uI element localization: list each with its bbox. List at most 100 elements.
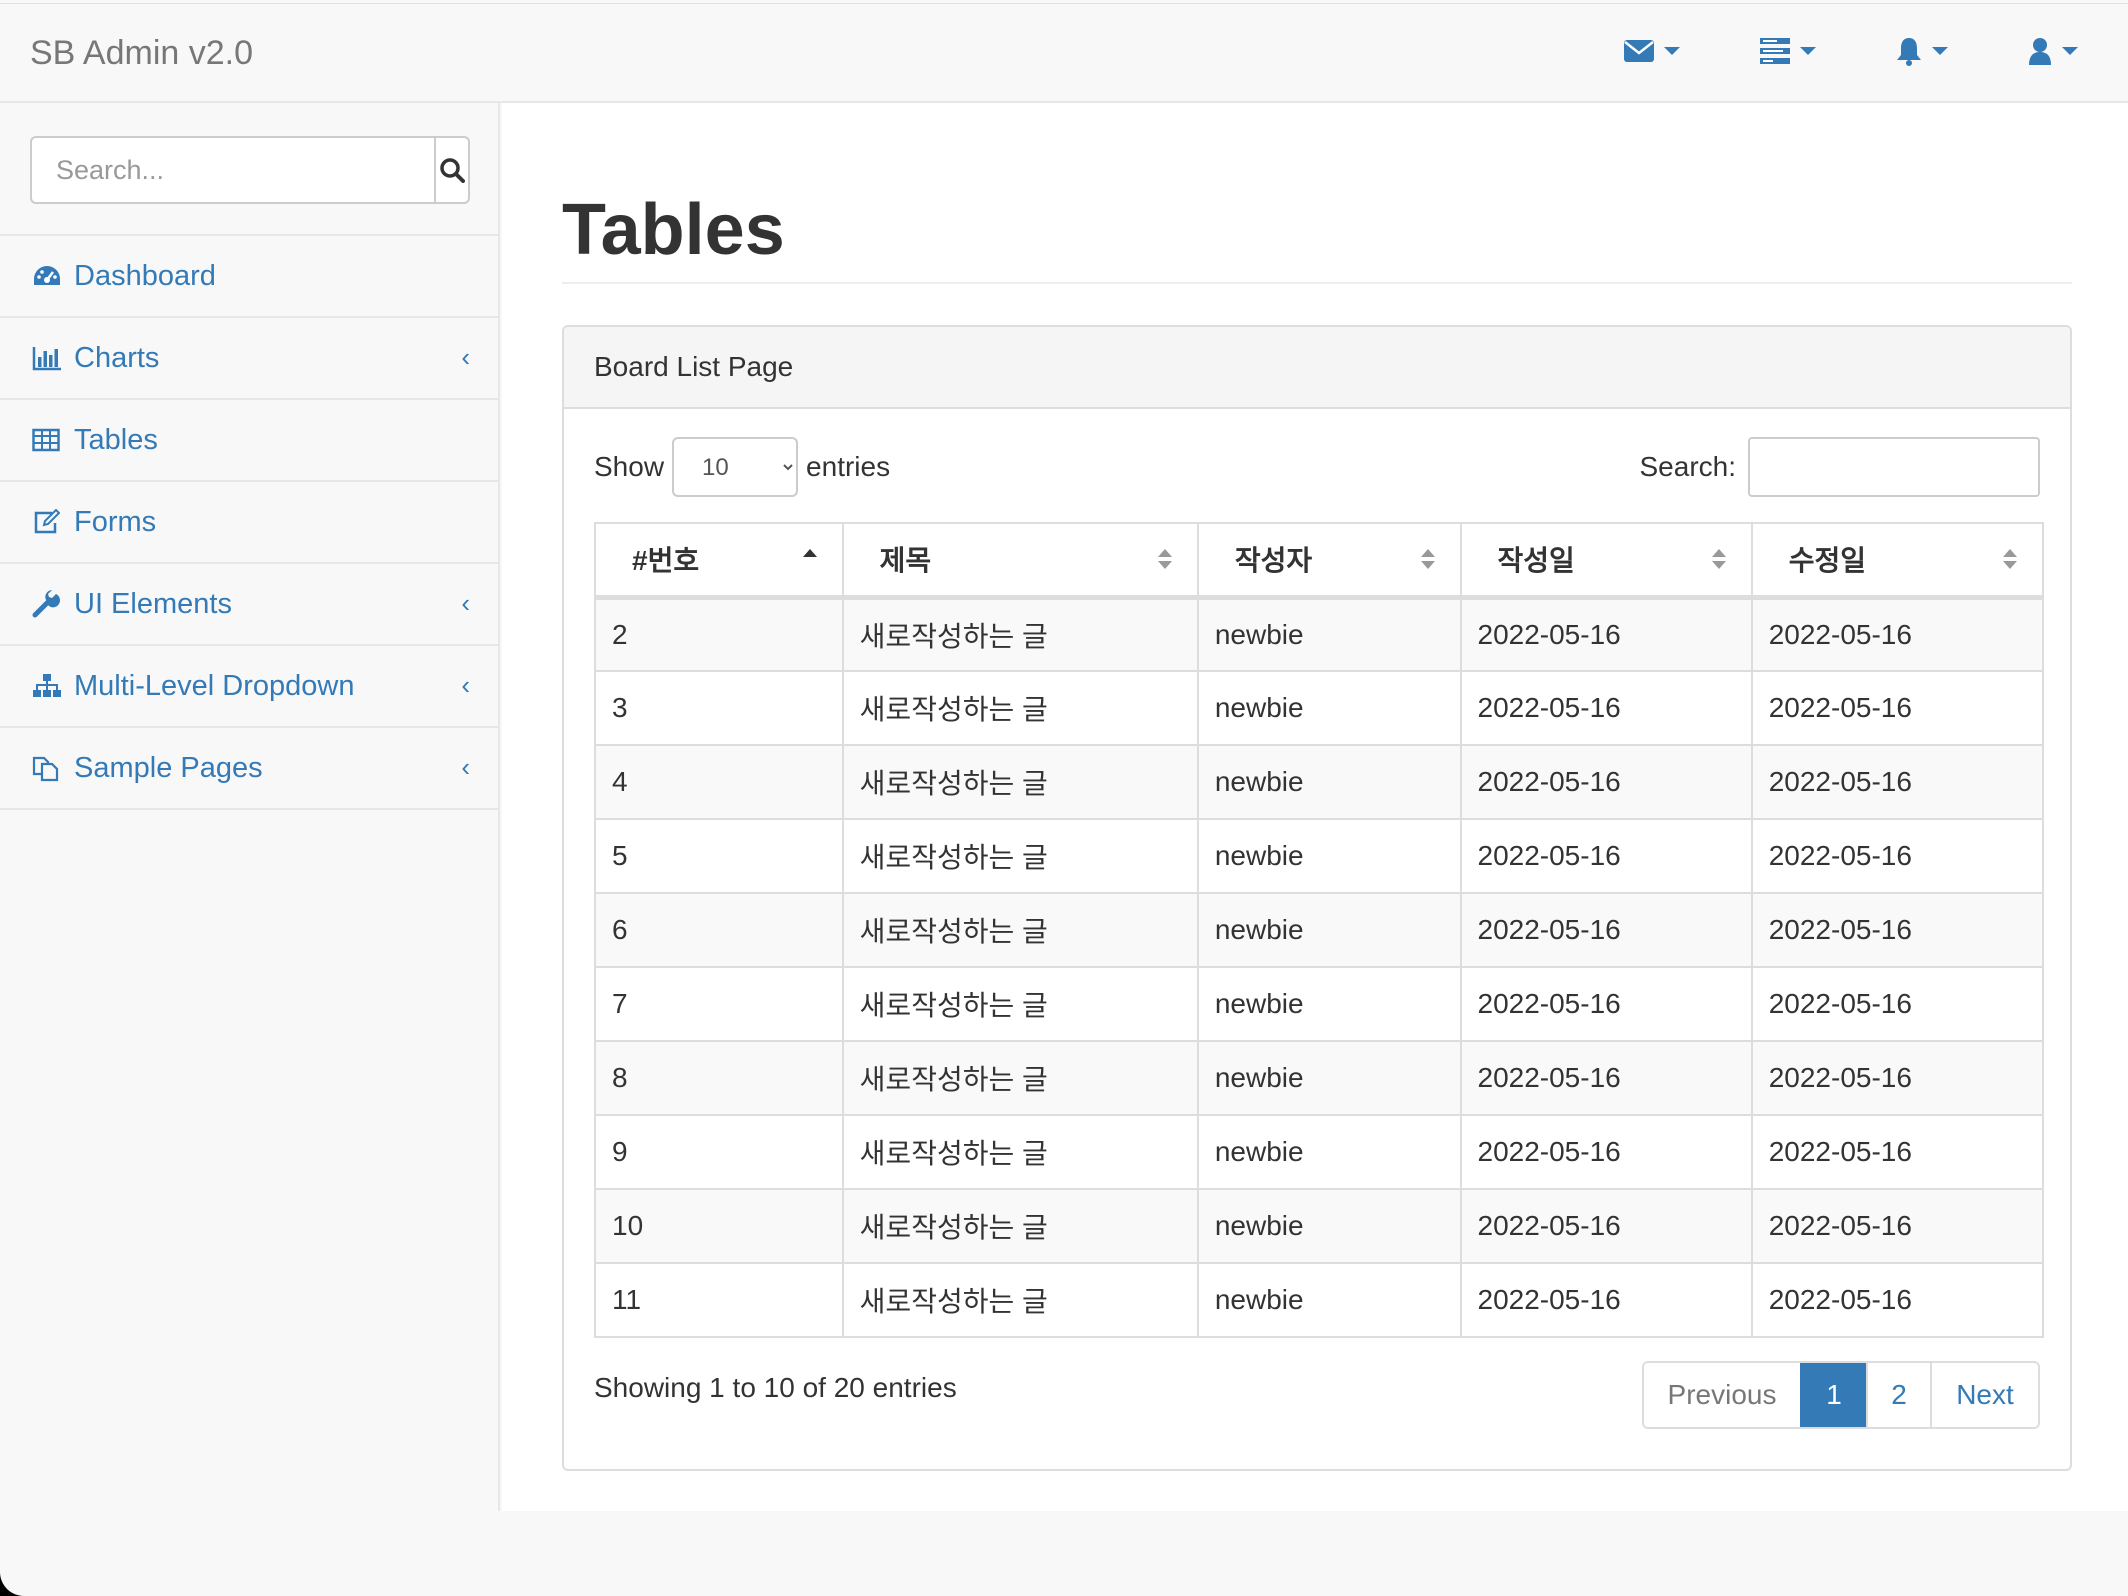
cell-title[interactable]: 새로작성하는 글: [841, 892, 1199, 968]
cell-author: newbie: [1196, 744, 1462, 820]
cell-number: 7: [594, 966, 844, 1042]
entries-label: entries: [806, 451, 891, 482]
tasks-dropdown[interactable]: [1760, 36, 1816, 66]
brand-title[interactable]: SB Admin v2.0: [30, 34, 253, 73]
app-window: SB Admin v2.0 Search... Dashboard Charts…: [0, 0, 2128, 1596]
wrench-icon: [32, 589, 62, 619]
sidebar: Dashboard Charts ‹ Tables Forms UI: [0, 103, 500, 1511]
cell-modified: 2022-05-16: [1750, 1040, 2045, 1116]
table-row[interactable]: 6 새로작성하는 글 newbie 2022-05-16 2022-05-16: [594, 892, 2045, 968]
chevron-left-icon: ‹: [461, 588, 470, 618]
cell-title[interactable]: 새로작성하는 글: [841, 1040, 1199, 1116]
cell-number: 11: [594, 1262, 844, 1338]
sort-both-icon: [2003, 549, 2017, 569]
table-row[interactable]: 8 새로작성하는 글 newbie 2022-05-16 2022-05-16: [594, 1040, 2045, 1116]
column-header-label: 작성일: [1497, 545, 1575, 577]
cell-modified: 2022-05-16: [1750, 1262, 2045, 1338]
files-icon: [32, 753, 62, 783]
title-divider: [562, 282, 2072, 284]
cell-modified: 2022-05-16: [1750, 596, 2045, 672]
cell-title[interactable]: 새로작성하는 글: [841, 1262, 1199, 1338]
chevron-down-icon: [1664, 47, 1680, 55]
sidebar-item-label: Dashboard: [74, 259, 216, 292]
cell-title[interactable]: 새로작성하는 글: [841, 670, 1199, 746]
cell-title[interactable]: 새로작성하는 글: [841, 966, 1199, 1042]
alerts-dropdown[interactable]: [1896, 36, 1948, 66]
sidebar-item-dashboard[interactable]: Dashboard: [0, 236, 498, 318]
search-icon: [440, 158, 465, 183]
column-header-created[interactable]: 작성일: [1459, 522, 1753, 600]
board-table: #번호 제목 작성자 작성일 수정일 2 새로작성하는 글 newbie 202…: [594, 522, 2045, 1338]
edit-icon: [32, 507, 62, 537]
chevron-down-icon: [2062, 47, 2078, 55]
cell-created: 2022-05-16: [1459, 596, 1753, 672]
sidebar-item-ui-elements[interactable]: UI Elements ‹: [0, 564, 498, 646]
table-row[interactable]: 10 새로작성하는 글 newbie 2022-05-16 2022-05-16: [594, 1188, 2045, 1264]
pagination-next-button[interactable]: Next: [1930, 1363, 2038, 1427]
cell-number: 4: [594, 744, 844, 820]
messages-dropdown[interactable]: [1624, 36, 1680, 66]
sidebar-item-forms[interactable]: Forms: [0, 482, 498, 564]
table-info: Showing 1 to 10 of 20 entries: [594, 1372, 957, 1403]
cell-created: 2022-05-16: [1459, 818, 1753, 894]
column-header-author[interactable]: 작성자: [1196, 522, 1462, 600]
chevron-left-icon: ‹: [461, 670, 470, 700]
cell-author: newbie: [1196, 966, 1462, 1042]
top-navbar: SB Admin v2.0: [0, 3, 2128, 103]
cell-modified: 2022-05-16: [1750, 818, 2045, 894]
column-header-title[interactable]: 제목: [841, 522, 1199, 600]
sidebar-item-charts[interactable]: Charts ‹: [0, 318, 498, 400]
cell-title[interactable]: 새로작성하는 글: [841, 596, 1199, 672]
sort-both-icon: [1711, 549, 1726, 569]
table-row[interactable]: 9 새로작성하는 글 newbie 2022-05-16 2022-05-16: [594, 1114, 2045, 1190]
sidebar-item-multi-level-dropdown[interactable]: Multi-Level Dropdown ‹: [0, 646, 498, 728]
chevron-left-icon: ‹: [461, 342, 470, 372]
cell-modified: 2022-05-16: [1750, 1114, 2045, 1190]
pagination-page-1[interactable]: 1: [1800, 1363, 1866, 1427]
cell-created: 2022-05-16: [1459, 1188, 1753, 1264]
sidebar-item-label: Multi-Level Dropdown: [74, 669, 355, 702]
table-row[interactable]: 2 새로작성하는 글 newbie 2022-05-16 2022-05-16: [594, 596, 2045, 672]
chevron-down-icon: [1800, 47, 1816, 55]
cell-author: newbie: [1196, 1040, 1462, 1116]
sort-asc-icon: [802, 549, 817, 557]
column-header-modified[interactable]: 수정일: [1750, 522, 2045, 600]
cell-created: 2022-05-16: [1459, 1114, 1753, 1190]
table-row[interactable]: 5 새로작성하는 글 newbie 2022-05-16 2022-05-16: [594, 818, 2045, 894]
chevron-left-icon: ‹: [461, 752, 470, 782]
pagination-previous-button[interactable]: Previous: [1644, 1363, 1800, 1427]
entries-length-control: Show 10 entries: [594, 437, 890, 497]
table-icon: [32, 425, 62, 455]
cell-author: newbie: [1196, 1188, 1462, 1264]
pagination-page-2[interactable]: 2: [1866, 1363, 1930, 1427]
search-button[interactable]: [434, 136, 470, 204]
sidebar-item-sample-pages[interactable]: Sample Pages ‹: [0, 728, 498, 810]
cell-number: 3: [594, 670, 844, 746]
table-row[interactable]: 3 새로작성하는 글 newbie 2022-05-16 2022-05-16: [594, 670, 2045, 746]
table-row[interactable]: 4 새로작성하는 글 newbie 2022-05-16 2022-05-16: [594, 744, 2045, 820]
cell-number: 6: [594, 892, 844, 968]
table-search-input[interactable]: [1748, 437, 2040, 497]
cell-author: newbie: [1196, 596, 1462, 672]
table-row[interactable]: 11 새로작성하는 글 newbie 2022-05-16 2022-05-16: [594, 1262, 2045, 1338]
search-input[interactable]: [30, 136, 434, 204]
cell-title[interactable]: 새로작성하는 글: [841, 744, 1199, 820]
page-title: Tables: [562, 190, 785, 270]
cell-created: 2022-05-16: [1459, 670, 1753, 746]
entries-length-select[interactable]: 10: [672, 437, 799, 497]
cell-title[interactable]: 새로작성하는 글: [841, 1114, 1199, 1190]
column-header-number[interactable]: #번호: [594, 522, 844, 600]
filter-label: Search:: [1639, 451, 1737, 482]
cell-title[interactable]: 새로작성하는 글: [841, 818, 1199, 894]
sidebar-item-tables[interactable]: Tables: [0, 400, 498, 482]
cell-number: 2: [594, 596, 844, 672]
pagination: Previous 1 2 Next: [1642, 1361, 2040, 1429]
cell-author: newbie: [1196, 670, 1462, 746]
cell-title[interactable]: 새로작성하는 글: [841, 1188, 1199, 1264]
table-filter: Search:: [1639, 437, 2040, 497]
cell-modified: 2022-05-16: [1750, 892, 2045, 968]
table-row[interactable]: 7 새로작성하는 글 newbie 2022-05-16 2022-05-16: [594, 966, 2045, 1042]
sidebar-item-label: Tables: [74, 423, 158, 456]
chevron-down-icon: [1932, 47, 1948, 55]
user-dropdown[interactable]: [2028, 36, 2078, 66]
